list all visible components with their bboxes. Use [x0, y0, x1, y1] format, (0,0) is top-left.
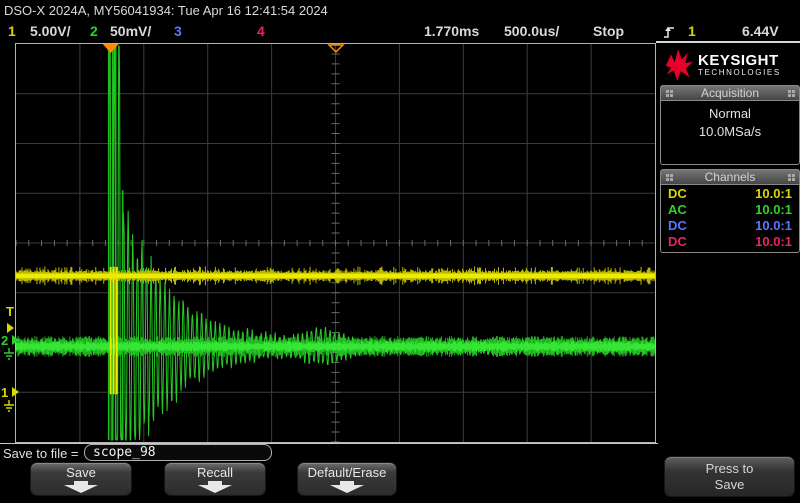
oscilloscope-screen: DSO-X 2024A, MY56041934: Tue Apr 16 12:4… — [0, 0, 800, 503]
ch1-ground-label: 1 — [1, 385, 8, 400]
ch4-number[interactable]: 4 — [257, 23, 265, 39]
brand-name: KEYSIGHT — [698, 53, 781, 68]
trigger-level[interactable]: 6.44V — [742, 23, 779, 39]
ch1-probe-ratio: 10.0:1 — [755, 186, 792, 202]
ch1-scale[interactable]: 5.00V/ — [30, 23, 70, 39]
save-to-file-label: Save to file = — [3, 446, 79, 461]
ch1-number[interactable]: 1 — [8, 23, 16, 39]
instrument-title: DSO-X 2024A, MY56041934: Tue Apr 16 12:4… — [4, 3, 328, 18]
keysight-logo: KEYSIGHT TECHNOLOGIES — [660, 44, 800, 85]
side-panel: KEYSIGHT TECHNOLOGIES Acquisition Normal… — [660, 44, 800, 253]
ch1-coupling: DC — [668, 186, 687, 202]
ch3-number[interactable]: 3 — [174, 23, 182, 39]
menu-down-arrow-icon — [298, 481, 396, 496]
ch2-ground-icon — [3, 347, 15, 365]
ch2-position-marker[interactable]: 2 — [1, 335, 19, 347]
recall-softkey[interactable]: Recall — [164, 462, 266, 496]
trigger-section-underline — [656, 41, 800, 43]
ch2-coupling: AC — [668, 202, 687, 218]
filename-input[interactable]: scope_98 — [84, 444, 272, 461]
channel-row-3: DC 10.0:1 — [661, 218, 799, 234]
ch2-position-label: 2 — [1, 333, 8, 348]
channel-row-1: DC 10.0:1 — [661, 186, 799, 202]
channel-row-2: AC 10.0:1 — [661, 202, 799, 218]
channels-panel: DC 10.0:1 AC 10.0:1 DC 10.0:1 DC 10.0:1 — [660, 185, 800, 253]
save-softkey-label: Save — [31, 465, 131, 480]
trigger-source[interactable]: 1 — [688, 23, 696, 39]
acquisition-panel: Normal 10.0MSa/s — [660, 101, 800, 165]
grip-icon — [788, 174, 791, 177]
press-to-save-line2: Save — [665, 477, 794, 493]
acquisition-title: Acquisition — [701, 86, 759, 100]
grip-icon — [666, 174, 669, 177]
press-to-save-line1: Press to — [665, 461, 794, 477]
timebase-scale[interactable]: 500.0us/ — [504, 23, 559, 39]
save-softkey[interactable]: Save — [30, 462, 132, 496]
run-state[interactable]: Stop — [593, 23, 624, 39]
trigger-level-label: T — [6, 304, 14, 319]
trigger-level-marker[interactable]: T — [6, 306, 14, 318]
delay-time[interactable]: 1.770ms — [424, 23, 479, 39]
menu-down-arrow-icon — [31, 481, 131, 496]
ch2-scale[interactable]: 50mV/ — [110, 23, 151, 39]
grip-icon — [788, 90, 791, 93]
acquisition-header: Acquisition — [660, 85, 800, 101]
ch1-ground-marker[interactable]: 1 — [1, 387, 19, 399]
ch1-ground-icon — [3, 399, 15, 417]
acquisition-mode: Normal — [661, 105, 799, 123]
ch3-coupling: DC — [668, 218, 687, 234]
sample-rate: 10.0MSa/s — [661, 123, 799, 141]
brand-subname: TECHNOLOGIES — [698, 68, 781, 78]
channels-title: Channels — [705, 170, 756, 184]
recall-softkey-label: Recall — [165, 465, 265, 480]
waveform-display — [15, 43, 656, 443]
channels-header: Channels — [660, 169, 800, 185]
ch3-probe-ratio: 10.0:1 — [755, 218, 792, 234]
default-erase-softkey-label: Default/Erase — [298, 465, 396, 480]
menu-down-arrow-icon — [165, 481, 265, 496]
ch2-probe-ratio: 10.0:1 — [755, 202, 792, 218]
grip-icon — [666, 90, 669, 93]
default-erase-softkey[interactable]: Default/Erase — [297, 462, 397, 496]
press-to-save-softkey[interactable]: Press to Save — [664, 456, 795, 497]
channel-row-4: DC 10.0:1 — [661, 234, 799, 250]
ch4-coupling: DC — [668, 234, 687, 250]
ch4-probe-ratio: 10.0:1 — [755, 234, 792, 250]
keysight-spark-icon — [664, 48, 694, 82]
waveform-canvas — [16, 44, 655, 442]
ch2-number[interactable]: 2 — [90, 23, 98, 39]
